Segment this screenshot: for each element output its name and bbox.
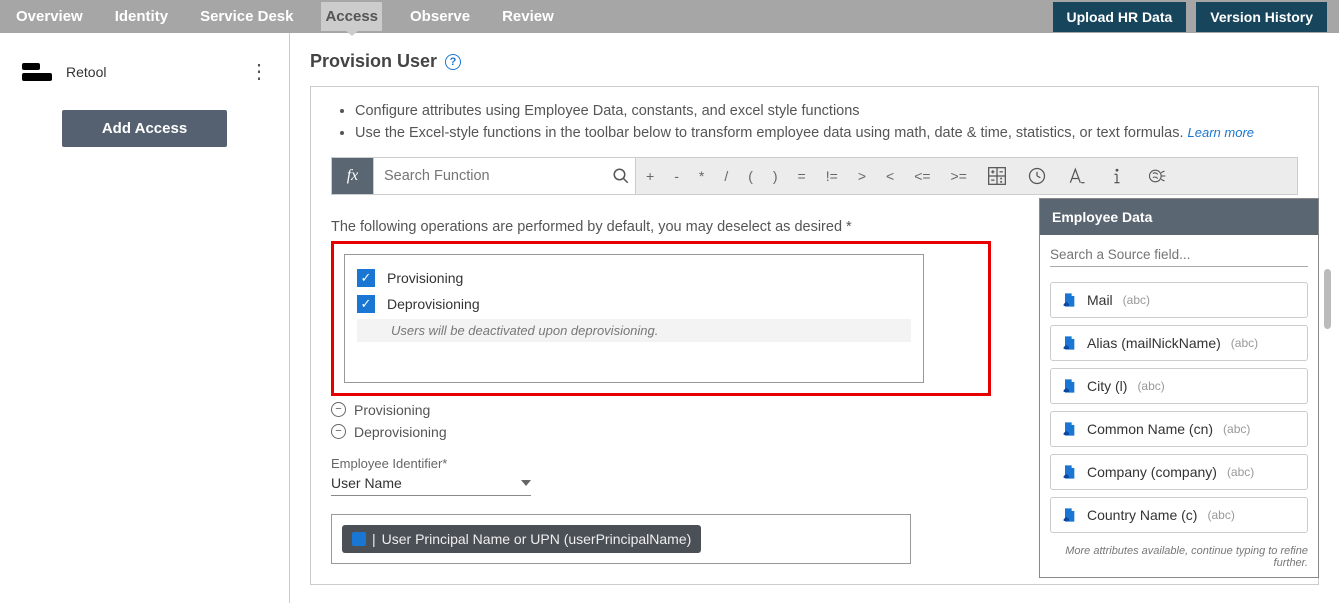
search-icon[interactable] [606, 158, 636, 194]
operations-box: ✓ Provisioning ✓ Deprovisioning Users wi… [344, 254, 924, 383]
provisioning-label: Provisioning [387, 270, 463, 286]
instruction-2: Use the Excel-style functions in the too… [355, 123, 1298, 145]
employee-field-item[interactable]: Alias (mailNickName) (abc) [1050, 325, 1308, 361]
clock-icon[interactable] [1017, 158, 1057, 194]
info-icon[interactable] [1097, 158, 1137, 194]
op-lparen[interactable]: ( [738, 158, 763, 194]
field-icon [1061, 506, 1077, 524]
op-rparen[interactable]: ) [763, 158, 788, 194]
page-title: Provision User ? [310, 51, 1319, 72]
top-nav-bar: Overview Identity Service Desk Access Ob… [0, 0, 1339, 33]
help-icon[interactable]: ? [445, 54, 461, 70]
tab-overview[interactable]: Overview [12, 2, 87, 31]
employee-data-search-input[interactable] [1050, 243, 1308, 267]
op-minus[interactable]: - [664, 158, 689, 194]
retool-icon [22, 63, 52, 81]
nav-tabs: Overview Identity Service Desk Access Ob… [12, 2, 558, 31]
employee-field-item[interactable]: Country Name (c) (abc) [1050, 497, 1308, 533]
field-icon [1061, 420, 1077, 438]
field-type: (abc) [1231, 336, 1258, 350]
kebab-icon[interactable]: ⋮ [249, 59, 267, 84]
field-label: Mail [1087, 292, 1113, 308]
employee-data-header: Employee Data [1040, 199, 1318, 235]
upn-chip[interactable]: |User Principal Name or UPN (userPrincip… [342, 525, 701, 553]
field-icon [1061, 291, 1077, 309]
brain-icon[interactable] [1137, 158, 1177, 194]
employee-field-item[interactable]: Company (company) (abc) [1050, 454, 1308, 490]
op-lte[interactable]: <= [904, 158, 940, 194]
tab-service-desk[interactable]: Service Desk [196, 2, 297, 31]
search-function-input[interactable] [374, 158, 606, 194]
upload-hr-data-button[interactable]: Upload HR Data [1053, 2, 1187, 32]
math-icon[interactable] [977, 158, 1017, 194]
employee-identifier-select[interactable]: User Name [331, 471, 531, 496]
tab-observe[interactable]: Observe [406, 2, 474, 31]
field-label: Country Name (c) [1087, 507, 1197, 523]
employee-data-list: Mail (abc)Alias (mailNickName) (abc)City… [1040, 271, 1318, 541]
upn-chip-label: User Principal Name or UPN (userPrincipa… [382, 531, 692, 547]
field-label: City (l) [1087, 378, 1127, 394]
field-label: Common Name (cn) [1087, 421, 1213, 437]
add-access-button[interactable]: Add Access [62, 110, 227, 147]
deprovisioning-label: Deprovisioning [387, 296, 480, 312]
field-label: Alias (mailNickName) [1087, 335, 1221, 351]
tab-review[interactable]: Review [498, 2, 558, 31]
sidebar: Retool ⋮ Add Access [0, 33, 290, 603]
upn-box: |User Principal Name or UPN (userPrincip… [331, 514, 911, 564]
employee-data-panel: Employee Data Mail (abc)Alias (mailNickN… [1039, 198, 1319, 578]
chip-square-icon [352, 532, 366, 546]
provisioning-checkbox-row[interactable]: ✓ Provisioning [357, 265, 911, 291]
version-history-button[interactable]: Version History [1196, 2, 1327, 32]
tab-access[interactable]: Access [321, 2, 382, 31]
field-label: Company (company) [1087, 464, 1217, 480]
op-neq[interactable]: != [816, 158, 848, 194]
minus-circle-icon: − [331, 402, 346, 417]
op-gt[interactable]: > [848, 158, 876, 194]
function-toolbar: fx + - * / ( ) = != > < <= >= [331, 157, 1298, 195]
tab-identity[interactable]: Identity [111, 2, 172, 31]
select-value: User Name [331, 475, 402, 491]
scrollbar-thumb[interactable] [1324, 269, 1331, 329]
field-type: (abc) [1137, 379, 1164, 393]
deactivation-note: Users will be deactivated upon deprovisi… [357, 319, 911, 342]
op-lt[interactable]: < [876, 158, 904, 194]
deprovisioning-checkbox-row[interactable]: ✓ Deprovisioning [357, 291, 911, 317]
op-gte[interactable]: >= [941, 158, 977, 194]
operator-buttons: + - * / ( ) = != > < <= >= [636, 158, 1177, 194]
field-type: (abc) [1227, 465, 1254, 479]
field-type: (abc) [1223, 422, 1250, 436]
field-type: (abc) [1123, 293, 1150, 307]
fx-icon: fx [332, 158, 374, 194]
app-row-retool[interactable]: Retool ⋮ [10, 51, 279, 92]
op-multiply[interactable]: * [689, 158, 714, 194]
chevron-down-icon [521, 480, 531, 486]
field-icon [1061, 334, 1077, 352]
op-eq[interactable]: = [788, 158, 816, 194]
checkbox-checked-icon[interactable]: ✓ [357, 269, 375, 287]
field-type: (abc) [1207, 508, 1234, 522]
employee-field-item[interactable]: Mail (abc) [1050, 282, 1308, 318]
checkbox-checked-icon[interactable]: ✓ [357, 295, 375, 313]
minus-circle-icon: − [331, 424, 346, 439]
instruction-1: Configure attributes using Employee Data… [355, 101, 1298, 123]
op-divide[interactable]: / [714, 158, 738, 194]
employee-field-item[interactable]: Common Name (cn) (abc) [1050, 411, 1308, 447]
learn-more-link[interactable]: Learn more [1188, 125, 1254, 140]
field-icon [1061, 377, 1077, 395]
main-content: Provision User ? Configure attributes us… [290, 33, 1339, 603]
app-name-label: Retool [66, 64, 106, 80]
top-actions: Upload HR Data Version History [1053, 2, 1328, 32]
employee-field-item[interactable]: City (l) (abc) [1050, 368, 1308, 404]
text-icon[interactable] [1057, 158, 1097, 194]
highlight-frame: ✓ Provisioning ✓ Deprovisioning Users wi… [331, 241, 991, 396]
employee-data-footer: More attributes available, continue typi… [1040, 541, 1318, 577]
op-plus[interactable]: + [636, 158, 664, 194]
field-icon [1061, 463, 1077, 481]
instructions: Configure attributes using Employee Data… [355, 101, 1298, 145]
